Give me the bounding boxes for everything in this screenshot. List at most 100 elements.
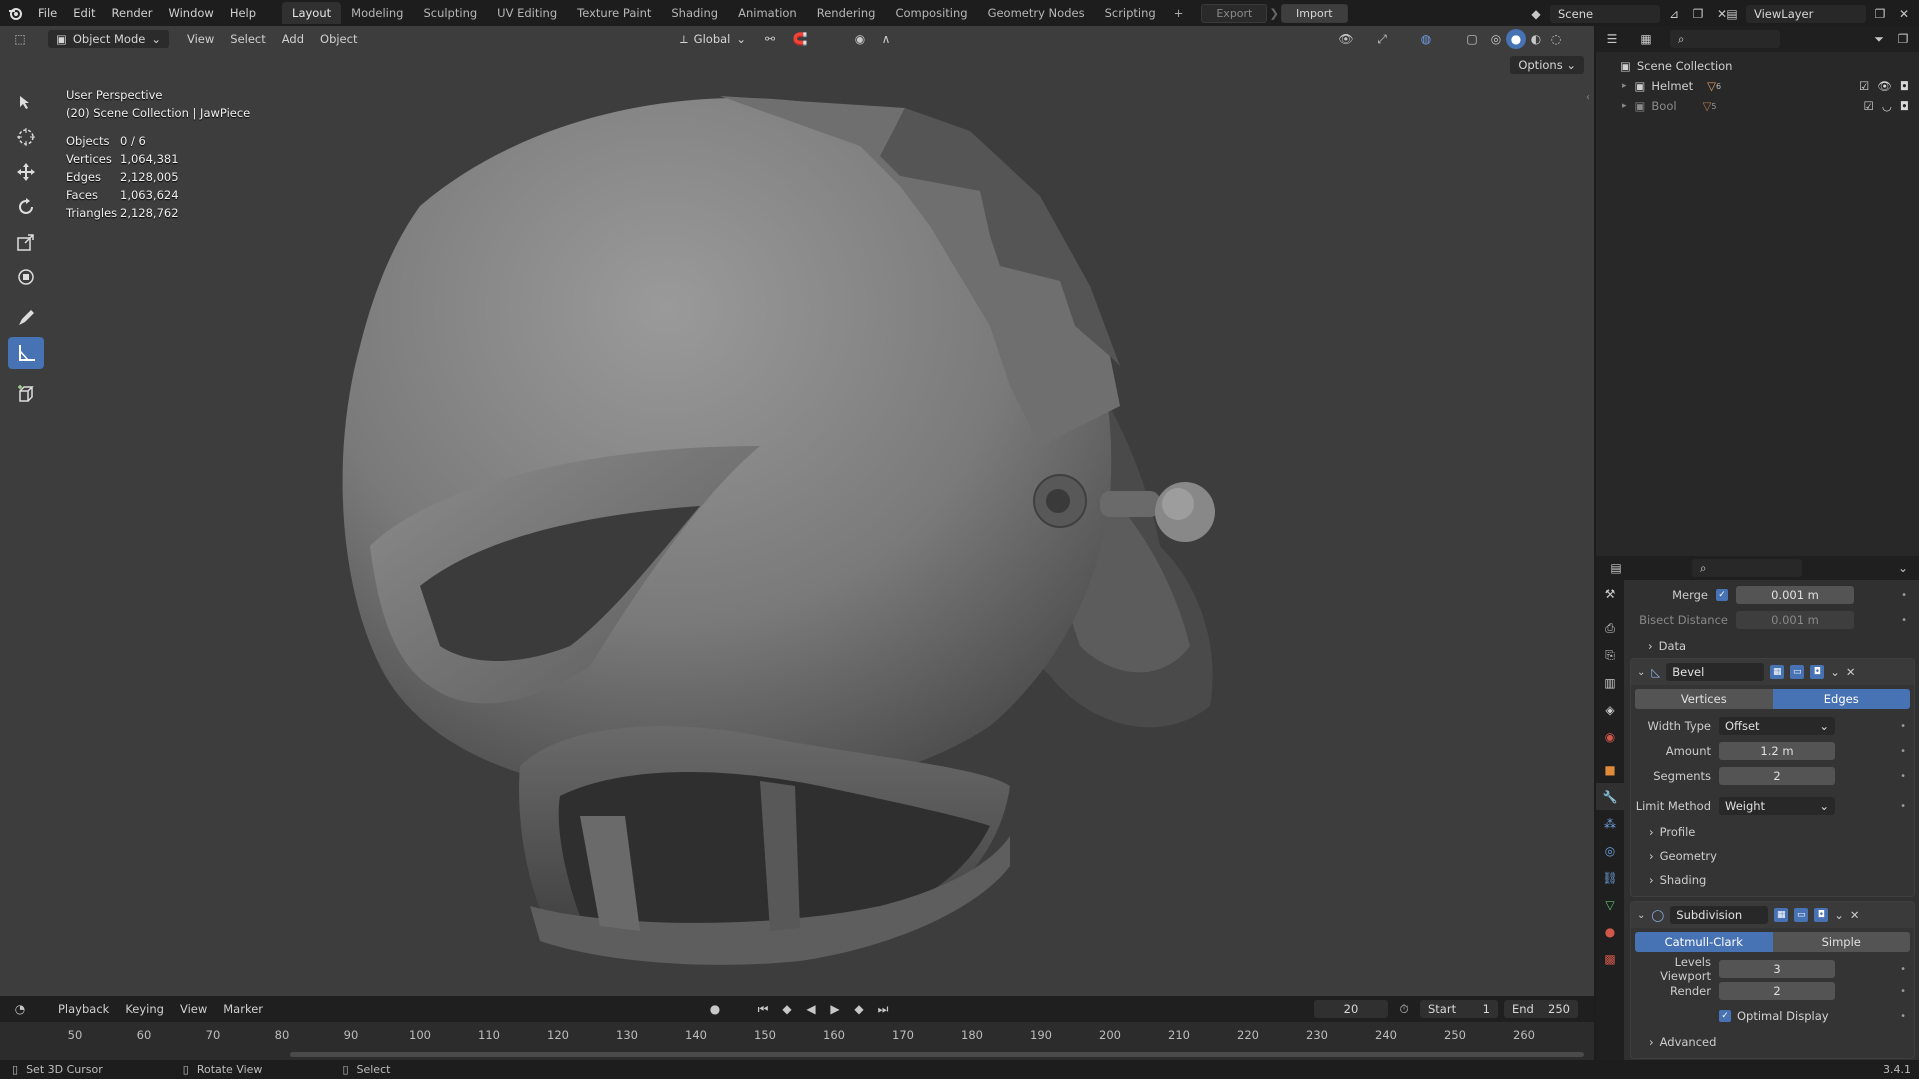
advanced-subpanel[interactable]: › Advanced	[1631, 1030, 1914, 1054]
collapse-arrow-icon[interactable]: ⌄	[1637, 910, 1645, 921]
texture-tab-icon[interactable]: ▩	[1596, 945, 1624, 972]
material-shading-icon[interactable]: ◐	[1526, 29, 1546, 49]
xray-icon[interactable]: ▢	[1462, 29, 1482, 49]
add-workspace-button[interactable]: +	[1166, 6, 1192, 20]
sidebar-toggle-icon[interactable]: ‹	[1586, 92, 1590, 103]
menu-edit[interactable]: Edit	[65, 6, 103, 20]
tab-rendering[interactable]: Rendering	[807, 2, 886, 24]
view-layer-tab-icon[interactable]: ▥	[1596, 669, 1624, 696]
filter-icon[interactable]: ⏷	[1869, 29, 1889, 49]
data-subpanel[interactable]: › Data	[1630, 634, 1915, 658]
eye-closed-icon[interactable]: ◡	[1882, 99, 1892, 113]
edit-mode-toggle-icon[interactable]: ▦	[1774, 908, 1789, 922]
editor-type-icon[interactable]: ⬚	[10, 29, 30, 49]
tool-tab-icon[interactable]: ⚒	[1596, 580, 1624, 607]
world-tab-icon[interactable]: ◉	[1596, 723, 1624, 750]
optimal-display-checkbox[interactable]: ✓	[1719, 1010, 1731, 1022]
affect-edges-button[interactable]: Edges	[1772, 689, 1910, 709]
end-frame-field[interactable]: End 250	[1504, 1000, 1578, 1018]
physics-tab-icon[interactable]: ◎	[1596, 837, 1624, 864]
viewport-menu-select[interactable]: Select	[222, 32, 273, 46]
tab-compositing[interactable]: Compositing	[885, 2, 977, 24]
tab-animation[interactable]: Animation	[728, 2, 807, 24]
exclude-checkbox[interactable]: ☑	[1859, 79, 1869, 93]
tab-shading[interactable]: Shading	[661, 2, 728, 24]
expand-arrow-icon[interactable]: ▸	[1622, 81, 1627, 91]
menu-render[interactable]: Render	[104, 6, 161, 20]
camera-icon[interactable]: ◘	[1900, 79, 1909, 93]
segments-field[interactable]: 2	[1719, 767, 1835, 785]
helmet-model[interactable]	[0, 26, 1594, 996]
bisect-distance-field[interactable]: 0.001 m	[1736, 611, 1854, 629]
scene-tab-icon[interactable]: ◈	[1596, 696, 1624, 723]
output-tab-icon[interactable]: ⎘	[1596, 642, 1624, 669]
exclude-checkbox[interactable]: ☑	[1864, 99, 1874, 113]
timeline-menu-view[interactable]: View	[172, 1002, 215, 1016]
jump-end-icon[interactable]: ⏭	[873, 999, 893, 1019]
outliner-item-bool[interactable]: ▸ ▣ Bool ▽ 5 ☑ ◡ ◘	[1596, 96, 1919, 116]
scene-name-field[interactable]: Scene	[1550, 5, 1660, 23]
viewport-menu-view[interactable]: View	[179, 32, 222, 46]
export-button[interactable]: Export	[1201, 3, 1268, 23]
jump-start-icon[interactable]: ⏮	[753, 999, 773, 1019]
gizmo-icon[interactable]: ⤢	[1372, 29, 1392, 49]
constraints-tab-icon[interactable]: ⛓	[1596, 864, 1624, 891]
camera-icon[interactable]: ◘	[1900, 99, 1909, 113]
pivot-icon[interactable]: ⚯	[760, 29, 780, 49]
3d-viewport[interactable]: ⬚ ▣ Object Mode ⌄ View Select Add Object…	[0, 26, 1594, 996]
tab-geometry-nodes[interactable]: Geometry Nodes	[978, 2, 1095, 24]
render-toggle-icon[interactable]: ◘	[1810, 665, 1825, 679]
visibility-icon[interactable]: 👁	[1336, 29, 1356, 49]
particles-tab-icon[interactable]: ⁂	[1596, 810, 1624, 837]
keyframe-dot-icon[interactable]: •	[1900, 801, 1906, 812]
geometry-subpanel[interactable]: › Geometry	[1631, 844, 1914, 868]
width-type-dropdown[interactable]: Offset ⌄	[1719, 717, 1835, 735]
subdivision-name-field[interactable]: Subdivision	[1670, 906, 1769, 924]
properties-search-input[interactable]: ⌕	[1692, 559, 1802, 577]
timeline-menu-playback[interactable]: Playback	[50, 1002, 117, 1016]
merge-distance-field[interactable]: 0.001 m	[1736, 586, 1854, 604]
catmull-clark-button[interactable]: Catmull-Clark	[1635, 932, 1773, 952]
render-tab-icon[interactable]: ⎙	[1596, 615, 1624, 642]
play-reverse-icon[interactable]: ◀	[801, 999, 821, 1019]
affect-vertices-button[interactable]: Vertices	[1635, 689, 1773, 709]
transform-orientation-dropdown[interactable]: ⟂ Global ⌄	[672, 30, 754, 49]
shading-subpanel[interactable]: › Shading	[1631, 868, 1914, 892]
pin-icon[interactable]: ⊿	[1664, 4, 1684, 24]
next-keyframe-icon[interactable]: ◆	[849, 999, 869, 1019]
rotate-icon[interactable]	[8, 191, 44, 223]
blender-logo-icon[interactable]	[0, 5, 30, 21]
expand-arrow-icon[interactable]: ▸	[1622, 101, 1627, 111]
viewport-menu-object[interactable]: Object	[312, 32, 365, 46]
cursor-icon[interactable]	[8, 121, 44, 153]
tab-scripting[interactable]: Scripting	[1095, 2, 1166, 24]
tab-texture-paint[interactable]: Texture Paint	[567, 2, 661, 24]
levels-viewport-field[interactable]: 3	[1719, 960, 1835, 978]
falloff-icon[interactable]: ∧	[876, 29, 896, 49]
add-cube-icon[interactable]	[8, 378, 44, 410]
move-icon[interactable]	[8, 156, 44, 188]
timeline-scrollbar[interactable]	[290, 1052, 1584, 1057]
outliner-search-input[interactable]: ⌕	[1670, 30, 1780, 48]
current-frame-field[interactable]: 20	[1314, 1000, 1388, 1018]
menu-help[interactable]: Help	[222, 6, 264, 20]
tab-sculpting[interactable]: Sculpting	[413, 2, 487, 24]
mode-dropdown[interactable]: ▣ Object Mode ⌄	[48, 30, 169, 48]
render-toggle-icon[interactable]: ◘	[1814, 908, 1829, 922]
display-mode-icon[interactable]: ▦	[1636, 29, 1656, 49]
timeline-menu-keying[interactable]: Keying	[117, 1002, 172, 1016]
collapse-arrow-icon[interactable]: ⌄	[1637, 667, 1645, 678]
merge-checkbox[interactable]: ✓	[1716, 589, 1728, 601]
overlays-icon[interactable]: ◍	[1416, 29, 1436, 49]
tab-modeling[interactable]: Modeling	[341, 2, 413, 24]
tab-uv-editing[interactable]: UV Editing	[487, 2, 567, 24]
data-tab-icon[interactable]: ▽	[1596, 891, 1624, 918]
new-view-layer-icon[interactable]: ❐	[1870, 4, 1890, 24]
options-dropdown[interactable]: Options ⌄	[1510, 56, 1584, 74]
tab-layout[interactable]: Layout	[282, 2, 342, 24]
keyframe-dot-icon[interactable]: •	[1901, 615, 1907, 626]
keyframe-dot-icon[interactable]: •	[1900, 746, 1906, 757]
viewport-toggle-icon[interactable]: ▭	[1790, 665, 1805, 679]
keyframe-dot-icon[interactable]: •	[1900, 1011, 1906, 1022]
record-icon[interactable]: ●	[705, 999, 725, 1019]
